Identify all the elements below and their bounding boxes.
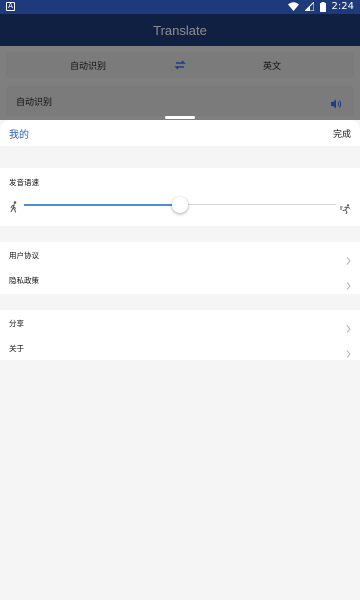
speech-speed-slider[interactable] [0,196,360,217]
input-area: 自动识别 [6,86,354,116]
list-item-about[interactable]: 关于 [0,335,360,360]
running-icon [340,199,351,218]
slider-track[interactable] [24,197,336,213]
status-bar: A 2:24 [0,0,360,14]
speaker-icon[interactable] [330,94,342,113]
list-item-privacy-policy[interactable]: 隐私政策 [0,267,360,292]
status-time: 2:24 [331,1,354,12]
speech-speed-section: 发音语速 [0,168,360,226]
chevron-right-icon [346,343,351,362]
legal-section: 用户协议 隐私政策 [0,242,360,294]
chevron-right-icon [346,275,351,294]
slider-fill [24,203,180,206]
speech-speed-label: 发音语速 [9,178,39,187]
sheet-title: 我的 [9,130,29,141]
app-title: Translate [153,22,207,38]
signal-icon [304,2,314,11]
battery-icon [319,1,326,12]
input-language-label: 自动识别 [16,98,53,108]
app-notification-icon: A [6,2,15,11]
background-app: Translate 自动识别 英文 自动识别 [0,14,360,120]
list-item-label: 用户协议 [9,251,39,260]
misc-section: 分享 关于 [0,310,360,360]
walking-icon [9,198,19,217]
done-button[interactable]: 完成 [333,127,351,140]
list-item-label: 隐私政策 [9,276,39,285]
target-language[interactable]: 英文 [190,59,354,72]
list-item-share[interactable]: 分享 [0,310,360,335]
slider-thumb[interactable] [172,197,188,213]
wifi-icon [287,2,299,11]
language-selector-row: 自动识别 英文 [6,52,354,78]
swap-languages-icon[interactable] [170,59,190,71]
sheet-drag-handle[interactable] [165,116,195,119]
list-item-label: 分享 [9,319,24,328]
sheet-header: 我的 完成 [0,120,360,146]
settings-sheet: 我的 完成 发音语速 用户协议 隐私政策 分享 关于 [0,120,360,600]
source-language[interactable]: 自动识别 [6,59,170,72]
list-item-label: 关于 [9,344,24,353]
list-item-user-agreement[interactable]: 用户协议 [0,242,360,267]
app-header: Translate [0,14,360,46]
